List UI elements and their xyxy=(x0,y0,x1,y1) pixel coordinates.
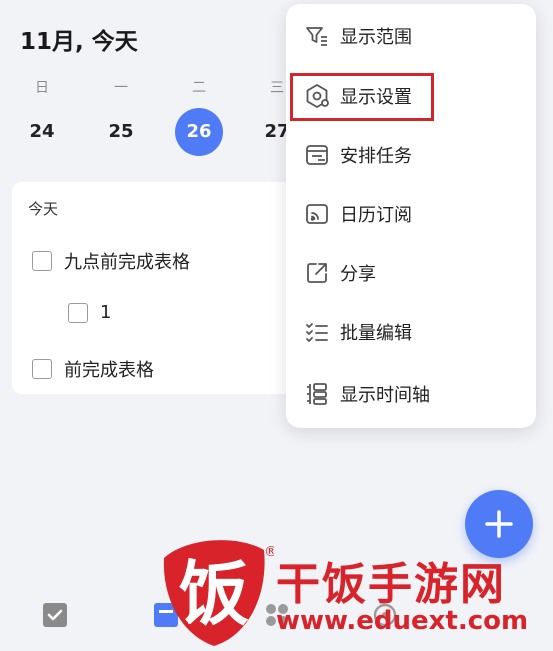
section-heading: 今天 xyxy=(28,200,59,218)
highlight-box xyxy=(290,73,434,121)
menu-item-label: 显示范围 xyxy=(340,27,412,48)
menu-item-calendar-subscribe[interactable]: 日历订阅 xyxy=(286,186,536,242)
menu-item-label: 分享 xyxy=(340,264,376,285)
timeline-icon xyxy=(307,383,327,405)
day-number[interactable]: 25 xyxy=(97,108,145,156)
watermark-registered: ® xyxy=(264,544,274,560)
tasks-tab-icon[interactable] xyxy=(42,602,68,628)
menu-item-schedule-task[interactable]: 安排任务 xyxy=(286,127,536,183)
day-number-selected[interactable]: 26 xyxy=(175,108,223,156)
watermark-url: www.eduext.com xyxy=(276,606,529,636)
day-column[interactable]: 日 24 xyxy=(12,78,72,156)
calendar-subscribe-icon xyxy=(306,204,328,224)
watermark-mark: 饭 xyxy=(179,553,249,635)
task-label: 九点前完成表格 xyxy=(64,252,190,273)
menu-item-label: 批量编辑 xyxy=(340,323,412,344)
weekday-label: 日 xyxy=(35,80,49,96)
filter-icon xyxy=(306,27,327,46)
task-checkbox[interactable] xyxy=(68,302,88,323)
day-number[interactable]: 24 xyxy=(18,108,66,156)
watermark-title: 干饭手游网 xyxy=(276,559,506,610)
menu-item-label: 显示时间轴 xyxy=(340,385,430,406)
task-label: 1 xyxy=(100,302,112,323)
more-options-menu: 显示范围 显示设置 安排任务 日历订阅 分享 批量编辑 显示时间轴 xyxy=(286,4,536,428)
menu-item-show-timeline[interactable]: 显示时间轴 xyxy=(286,366,536,422)
menu-item-share[interactable]: 分享 xyxy=(286,245,536,301)
share-icon xyxy=(307,263,327,283)
menu-item-label: 日历订阅 xyxy=(340,205,412,226)
task-checkbox[interactable] xyxy=(32,251,52,271)
task-checkbox[interactable] xyxy=(32,359,52,379)
menu-item-label: 安排任务 xyxy=(340,146,412,167)
batch-edit-icon xyxy=(306,323,328,342)
day-column-selected[interactable]: 二 26 xyxy=(169,78,229,156)
schedule-task-icon xyxy=(306,145,328,165)
task-item[interactable]: 前完成表格 xyxy=(32,356,154,382)
watermark-logo: 饭 ® xyxy=(163,540,274,646)
task-item[interactable]: 九点前完成表格 xyxy=(32,248,190,274)
watermark: 饭 ® 干饭手游网 www.eduext.com xyxy=(156,530,536,651)
weekday-label: 一 xyxy=(114,80,128,96)
menu-item-batch-edit[interactable]: 批量编辑 xyxy=(286,304,536,360)
day-column[interactable]: 一 25 xyxy=(91,78,151,156)
page-title: 11月, 今天 xyxy=(20,29,138,55)
subtask-item[interactable]: 1 xyxy=(68,302,111,323)
task-card: 今天 九点前完成表格 1 前完成表格 xyxy=(12,182,312,394)
weekday-label: 二 xyxy=(192,80,206,96)
menu-item-display-range[interactable]: 显示范围 xyxy=(286,8,536,64)
task-label: 前完成表格 xyxy=(64,360,154,381)
